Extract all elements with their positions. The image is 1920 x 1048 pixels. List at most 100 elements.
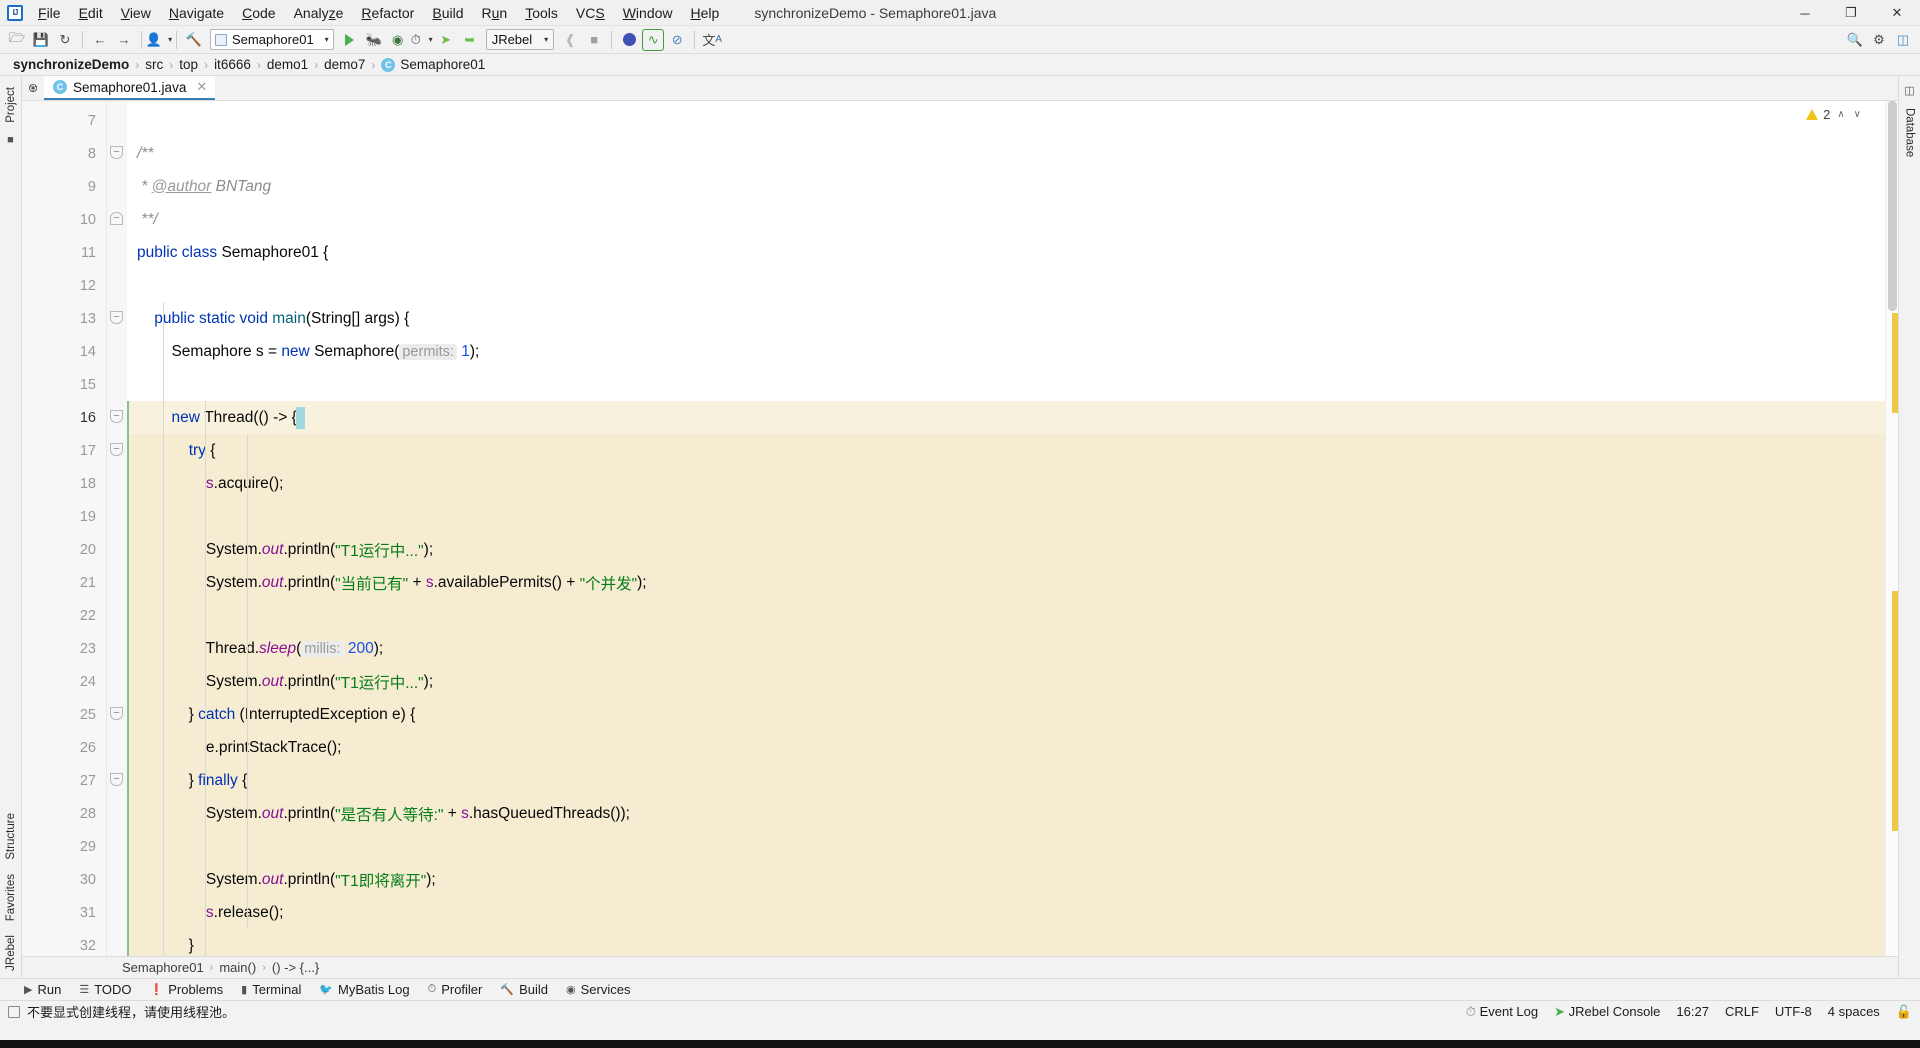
tool-window-services[interactable]: ◉ Services bbox=[566, 982, 630, 997]
layout-icon[interactable]: ◫ bbox=[1892, 29, 1914, 51]
run-with-coverage-icon[interactable]: ◉ bbox=[387, 29, 409, 51]
fold-toggle-icon[interactable]: − bbox=[110, 443, 123, 456]
menu-code[interactable]: Code bbox=[233, 2, 284, 24]
fold-toggle-icon[interactable]: − bbox=[110, 146, 123, 159]
code-editor[interactable]: 7 8 9 10 11 12 13 14 15 16 17 18 19 20 21 22 23 24 25 26 27 2… bbox=[22, 101, 1898, 956]
code-line[interactable]: public class Semaphore01 { bbox=[127, 236, 1885, 269]
no-inspections-icon[interactable]: ⊘ bbox=[666, 29, 688, 51]
sidebar-item-project[interactable]: Project bbox=[2, 80, 20, 130]
project-icon[interactable]: ■ bbox=[7, 130, 14, 150]
tool-window-profiler[interactable]: ⏱ Profiler bbox=[428, 982, 483, 997]
arrow-right-icon[interactable]: → bbox=[113, 29, 135, 51]
pin-tab-icon[interactable]: ♼ bbox=[22, 76, 44, 100]
tool-window-todo[interactable]: ☰ TODO bbox=[79, 982, 131, 997]
run-icon[interactable] bbox=[339, 29, 361, 51]
search-everywhere-icon[interactable]: 🔍 bbox=[1844, 29, 1866, 51]
code-line[interactable]: new Thread(() -> { bbox=[127, 401, 1885, 434]
code-line[interactable] bbox=[127, 830, 1885, 863]
user-icon[interactable]: 👤 ▾ bbox=[146, 29, 172, 51]
database-icon[interactable] bbox=[618, 29, 640, 51]
save-icon[interactable]: 💾 bbox=[30, 29, 52, 51]
code-line[interactable] bbox=[127, 104, 1885, 137]
jrebel-console-button[interactable]: ➤ JRebel Console bbox=[1554, 1004, 1660, 1020]
editor-tab-semaphore01[interactable]: C Semaphore01.java ✕ bbox=[44, 76, 216, 100]
code-folding-gutter[interactable]: − − − − − − − bbox=[107, 101, 127, 956]
code-line[interactable]: } finally { bbox=[127, 764, 1885, 797]
editor-marker-scrollbar[interactable] bbox=[1885, 101, 1898, 956]
sidebar-item-jrebel[interactable]: JRebel bbox=[2, 928, 20, 978]
menu-refactor[interactable]: Refactor bbox=[352, 2, 423, 24]
sidebar-item-favorites[interactable]: Favorites bbox=[2, 867, 20, 928]
breadcrumb-item-demo7[interactable]: demo7 bbox=[319, 57, 370, 72]
database-icon[interactable]: ◫ bbox=[1904, 80, 1914, 101]
profiler-icon[interactable]: ⏱ ▾ bbox=[411, 29, 433, 51]
line-number-gutter[interactable]: 7 8 9 10 11 12 13 14 15 16 17 18 19 20 21 22 23 24 25 26 27 2… bbox=[22, 101, 120, 956]
code-line[interactable]: /** bbox=[127, 137, 1885, 170]
jrebel-run-icon[interactable]: ➤ bbox=[435, 29, 457, 51]
fold-toggle-icon[interactable]: − bbox=[110, 773, 123, 786]
code-line[interactable]: System. out .println("T1运行中..."); bbox=[127, 665, 1885, 698]
indent-indicator[interactable]: 4 spaces bbox=[1828, 1004, 1880, 1019]
arrow-left-icon[interactable]: ← bbox=[89, 29, 111, 51]
code-line[interactable]: public static void main (String[] args) { bbox=[127, 302, 1885, 335]
fold-toggle-icon[interactable]: − bbox=[110, 707, 123, 720]
code-line[interactable]: System. out .println("当前已有" + s .availableP… bbox=[127, 566, 1885, 599]
jrebel-selector[interactable]: JRebel ▾ bbox=[485, 29, 555, 50]
editor-breadcrumb-method[interactable]: main() bbox=[215, 960, 260, 975]
fold-toggle-icon[interactable]: − bbox=[110, 311, 123, 324]
minimize-button[interactable]: ─ bbox=[1782, 0, 1828, 26]
event-log-button[interactable]: ⏱ Event Log bbox=[1466, 1004, 1538, 1020]
menu-view[interactable]: View bbox=[112, 2, 160, 24]
settings-icon[interactable]: ⚙ bbox=[1868, 29, 1890, 51]
code-line[interactable]: s .release(); bbox=[127, 896, 1885, 929]
debug-icon[interactable]: 🐜 bbox=[363, 29, 385, 51]
close-button[interactable]: ✕ bbox=[1874, 0, 1920, 26]
code-line[interactable]: Semaphore s = new Semaphore(permits: 1); bbox=[127, 335, 1885, 368]
menu-help[interactable]: Help bbox=[682, 2, 729, 24]
chart-icon[interactable]: ∿ bbox=[642, 28, 665, 51]
code-line[interactable]: } catch (InterruptedException e) { bbox=[127, 698, 1885, 731]
editor-breadcrumb-class[interactable]: Semaphore01 bbox=[118, 960, 208, 975]
previous-highlight-icon[interactable]: ∧ bbox=[1835, 109, 1846, 120]
menu-tools[interactable]: Tools bbox=[516, 2, 567, 24]
breadcrumb-item-src[interactable]: src bbox=[140, 57, 168, 72]
tool-window-run[interactable]: ▶ Run bbox=[24, 982, 61, 997]
fold-toggle-icon[interactable]: − bbox=[110, 410, 123, 423]
lock-icon[interactable]: 🔓 bbox=[1896, 1004, 1912, 1020]
code-line[interactable]: s .acquire(); bbox=[127, 467, 1885, 500]
code-line[interactable]: } bbox=[127, 929, 1885, 956]
tool-window-build[interactable]: 🔨 Build bbox=[500, 982, 548, 997]
menu-vcs[interactable]: VCS bbox=[567, 2, 614, 24]
breadcrumb-item-top[interactable]: top bbox=[174, 57, 203, 72]
editor-scrollbar-thumb[interactable] bbox=[1888, 101, 1897, 311]
code-line[interactable] bbox=[127, 599, 1885, 632]
folder-open-icon[interactable]: 🗁 bbox=[6, 29, 28, 51]
translate-icon[interactable]: 文A bbox=[701, 29, 723, 51]
code-text-area[interactable]: 2 ∧ ∨ /** * @author BNTang **/ public cla… bbox=[127, 101, 1885, 956]
code-line[interactable]: * @author BNTang bbox=[127, 170, 1885, 203]
code-line[interactable]: System. out .println("T1运行中..."); bbox=[127, 533, 1885, 566]
next-highlight-icon[interactable]: ∨ bbox=[1852, 109, 1863, 120]
close-tab-icon[interactable]: ✕ bbox=[196, 79, 207, 95]
tool-window-terminal[interactable]: ▮ Terminal bbox=[241, 982, 301, 997]
menu-window[interactable]: Window bbox=[614, 2, 682, 24]
menu-edit[interactable]: Edit bbox=[70, 2, 112, 24]
breadcrumb-item-demo1[interactable]: demo1 bbox=[262, 57, 313, 72]
sidebar-item-structure[interactable]: Structure bbox=[2, 806, 20, 867]
code-line[interactable]: System. out .println("是否有人等待:" + s .hasQueu… bbox=[127, 797, 1885, 830]
code-line[interactable] bbox=[127, 368, 1885, 401]
code-line[interactable] bbox=[127, 269, 1885, 302]
update-app-icon[interactable]: ❰ bbox=[559, 29, 581, 51]
tool-window-mybatis-log[interactable]: 🐦 MyBatis Log bbox=[319, 982, 409, 997]
code-line[interactable]: try { bbox=[127, 434, 1885, 467]
code-line[interactable]: System. out .println("T1即将离开"); bbox=[127, 863, 1885, 896]
editor-breadcrumb-lambda[interactable]: () -> {...} bbox=[268, 960, 323, 975]
code-line[interactable]: Thread. sleep(millis: 200); bbox=[127, 632, 1885, 665]
menu-analyze[interactable]: Analyze bbox=[285, 2, 353, 24]
fold-toggle-icon[interactable]: − bbox=[110, 212, 123, 225]
jrebel-debug-icon[interactable]: ➥ bbox=[459, 29, 481, 51]
stop-icon[interactable]: ■ bbox=[583, 29, 605, 51]
refresh-icon[interactable]: ↻ bbox=[54, 29, 76, 51]
warning-marker[interactable] bbox=[1892, 591, 1898, 831]
line-separator-indicator[interactable]: CRLF bbox=[1725, 1004, 1759, 1019]
